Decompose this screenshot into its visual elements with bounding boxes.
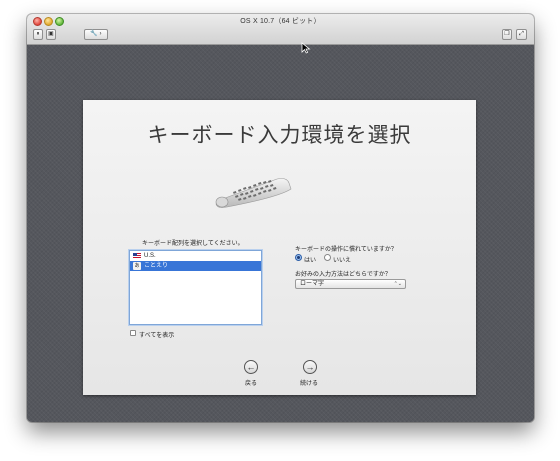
input-method-select[interactable]: ローマ字 ⌃⌄: [295, 279, 406, 289]
screenshot-button[interactable]: ▣: [46, 29, 56, 40]
arrow-left-icon: ←: [246, 362, 256, 372]
arrow-right-icon: →: [305, 362, 315, 372]
window-title: OS X 10.7（64 ビット）: [240, 18, 321, 25]
familiar-question: キーボードの操作に慣れていますか？: [295, 247, 397, 253]
yes-label: はい: [304, 258, 317, 264]
show-all-label: すべてを表示: [139, 333, 175, 339]
fullscreen-icon: ⤢: [519, 31, 524, 37]
layout-prompt: キーボード配列を選択してください。: [142, 241, 244, 247]
vm-window: OS X 10.7（64 ビット） ⏸ ▣ 🔧 › ❐ ⤢ キーボード入力環境を…: [27, 14, 534, 422]
chevron-updown-icon: ⌃⌄: [393, 281, 402, 287]
fullscreen-button[interactable]: ⤢: [516, 29, 527, 40]
yes-radio[interactable]: [295, 254, 302, 261]
keyboard-illustration-icon: [215, 178, 292, 208]
mouse-cursor-icon: [301, 42, 311, 54]
settings-button[interactable]: 🔧 ›: [84, 29, 108, 40]
kotoeri-icon: あ: [133, 262, 141, 270]
window-titlebar[interactable]: OS X 10.7（64 ビット） ⏸ ▣ 🔧 › ❐ ⤢: [27, 14, 534, 45]
wrench-icon: 🔧 ›: [90, 31, 102, 37]
show-all-checkbox[interactable]: [130, 330, 136, 336]
page-title: キーボード入力環境を選択: [147, 124, 412, 147]
list-item[interactable]: U.S.: [130, 251, 261, 261]
pause-button[interactable]: ⏸: [33, 29, 43, 40]
layout-list[interactable]: U.S. あ ことえり: [129, 250, 262, 325]
duplicate-icon: ❐: [504, 31, 510, 37]
screenshot-icon: ▣: [48, 31, 54, 37]
setup-panel: キーボード入力環境を選択 キーボード配列を選択してください。 U.S. あ こと…: [83, 100, 476, 395]
duplicate-button[interactable]: ❐: [502, 29, 512, 40]
vm-screen[interactable]: キーボード入力環境を選択 キーボード配列を選択してください。 U.S. あ こと…: [27, 45, 534, 422]
back-button[interactable]: ←: [244, 360, 258, 374]
us-flag-icon: [133, 253, 141, 259]
continue-label: 続ける: [300, 381, 319, 387]
no-radio[interactable]: [324, 254, 331, 261]
input-method-question: お好みの入力方法はどちらですか？: [295, 272, 391, 278]
no-label: いいえ: [333, 258, 352, 264]
list-item[interactable]: あ ことえり: [130, 261, 261, 271]
back-label: 戻る: [245, 381, 258, 387]
continue-button[interactable]: →: [303, 360, 317, 374]
pause-icon: ⏸: [36, 31, 40, 37]
